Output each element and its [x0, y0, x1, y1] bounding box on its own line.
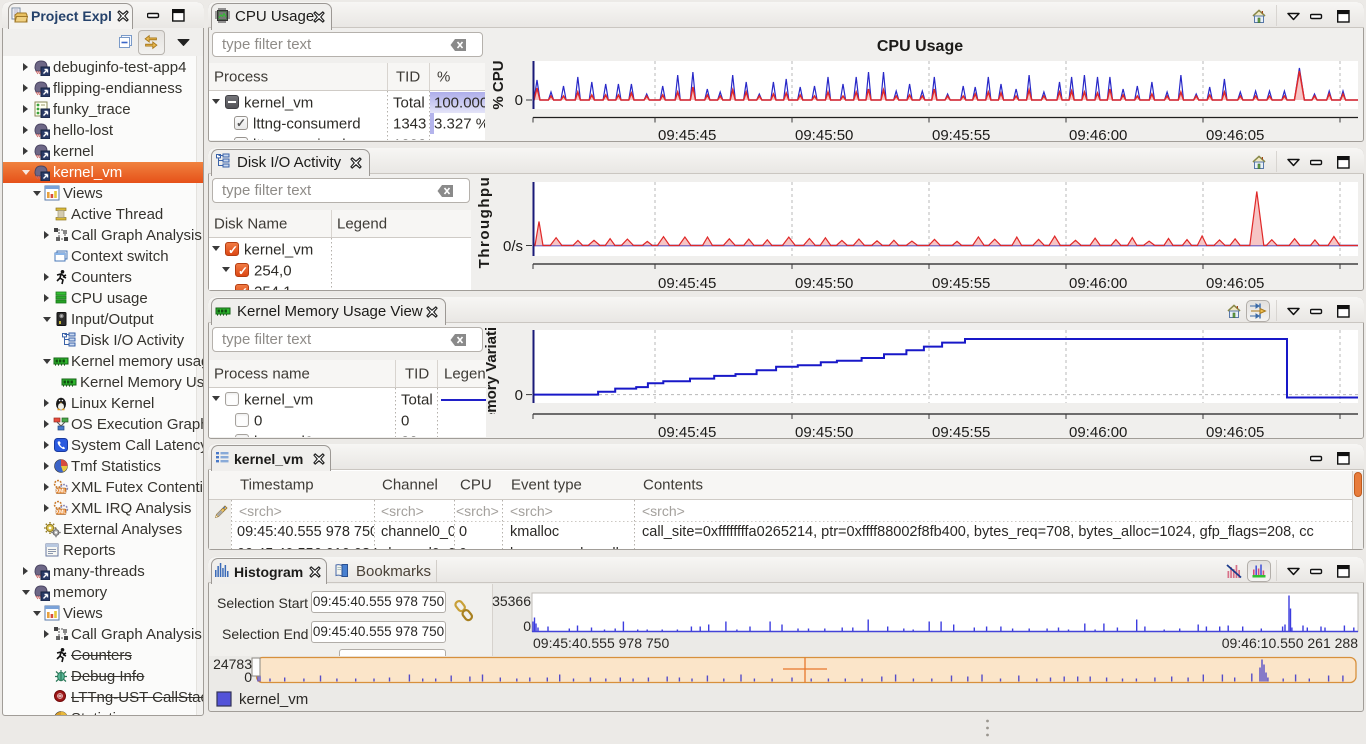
svg-text:09:45:50: 09:45:50	[795, 127, 853, 144]
svg-text:0: 0	[515, 92, 523, 109]
svg-text:09:46:05: 09:46:05	[1206, 127, 1264, 144]
svg-text:CPU Usage: CPU Usage	[877, 38, 963, 55]
svg-text:09:45:45: 09:45:45	[658, 127, 716, 144]
svg-text:09:45:55: 09:45:55	[932, 127, 990, 144]
svg-text:% CPU: % CPU	[490, 60, 507, 109]
svg-text:09:46:00: 09:46:00	[1069, 127, 1127, 144]
